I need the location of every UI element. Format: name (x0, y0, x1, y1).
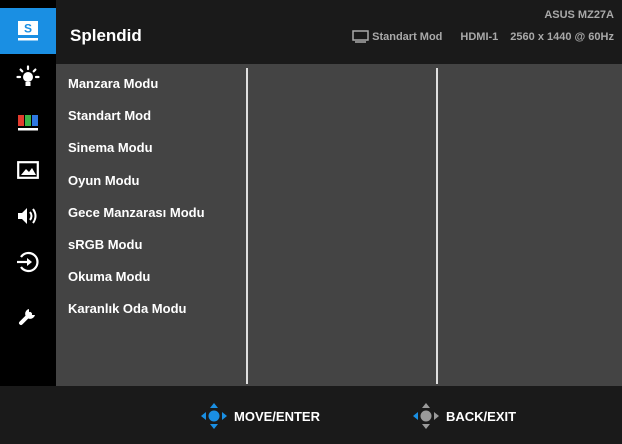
sidebar-item-image[interactable] (0, 147, 56, 193)
menu-item-sinema[interactable]: Sinema Modu (68, 136, 205, 168)
menu-item-gece-manzarasi[interactable]: Gece Manzarası Modu (68, 201, 205, 233)
osd-window: S Splendid ASUS MZ27A Standart Mod HDMI-… (0, 0, 622, 444)
page-title: Splendid (70, 26, 142, 45)
status-bar: Standart Mod HDMI-1 2560 x 1440 @ 60Hz (352, 30, 614, 43)
input-source: HDMI-1 (460, 30, 499, 43)
sidebar-item-color[interactable] (0, 100, 56, 146)
sidebar-item-system[interactable] (0, 293, 56, 339)
sidebar-item-sound[interactable] (0, 193, 56, 239)
menu-item-okuma[interactable]: Okuma Modu (68, 265, 205, 297)
svg-text:S: S (24, 22, 32, 36)
header: Splendid ASUS MZ27A Standart Mod HDMI-1 … (56, 0, 622, 64)
sidebar-item-blue-light[interactable] (0, 54, 56, 100)
input-select-icon (17, 251, 39, 273)
color-bars-icon (18, 115, 38, 131)
wrench-icon (19, 309, 35, 325)
back-exit-label: BACK/EXIT (446, 408, 517, 424)
sidebar: S (0, 0, 56, 386)
column-divider (246, 68, 248, 384)
monitor-icon (352, 30, 369, 43)
sidebar-item-splendid[interactable]: S (0, 8, 56, 54)
joystick-back-icon (413, 403, 439, 429)
sidebar-item-input[interactable] (0, 239, 56, 285)
image-icon (17, 161, 39, 179)
joystick-move-icon (201, 403, 227, 429)
menu-item-srgb[interactable]: sRGB Modu (68, 233, 205, 265)
move-enter-hint: MOVE/ENTER (200, 402, 320, 430)
menu-item-manzara[interactable]: Manzara Modu (68, 72, 205, 104)
menu-panel: Manzara Modu Standart Mod Sinema Modu Oy… (56, 64, 622, 386)
model-name: ASUS MZ27A (544, 9, 614, 21)
resolution: 2560 x 1440 @ 60Hz (510, 30, 614, 43)
column-divider (436, 68, 438, 384)
menu-item-karanlik-oda[interactable]: Karanlık Oda Modu (68, 297, 205, 329)
move-enter-label: MOVE/ENTER (234, 408, 320, 424)
menu-item-standart[interactable]: Standart Mod (68, 104, 205, 136)
splendid-s-icon: S (18, 21, 38, 41)
current-mode: Standart Mod (372, 30, 443, 43)
speaker-icon (18, 208, 37, 224)
menu-item-oyun[interactable]: Oyun Modu (68, 169, 205, 201)
back-exit-hint: BACK/EXIT (412, 402, 516, 430)
mode-list: Manzara Modu Standart Mod Sinema Modu Oy… (68, 72, 205, 330)
blue-light-filter-icon (16, 65, 40, 86)
footer: MOVE/ENTER BACK/EXIT (0, 386, 622, 444)
